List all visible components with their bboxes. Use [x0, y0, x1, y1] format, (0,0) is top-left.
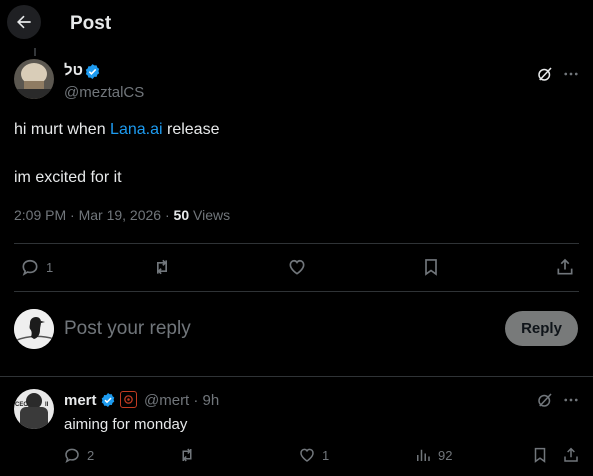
views-icon: [417, 449, 430, 461]
thread-line: [34, 48, 36, 56]
affiliate-badge[interactable]: [120, 391, 137, 408]
reply-more-options-button[interactable]: [560, 389, 582, 411]
repost-icon: [182, 448, 192, 462]
grok-icon: [538, 67, 552, 81]
reply-count: 1: [46, 259, 54, 275]
post-text-line2: im excited for it: [14, 169, 122, 186]
views-count: 50: [173, 207, 190, 223]
more-icon: [564, 398, 578, 402]
reply-repost-action[interactable]: [178, 446, 202, 464]
divider-middle: [14, 291, 579, 292]
like-action[interactable]: [287, 257, 313, 277]
reply-grok-button[interactable]: [534, 389, 556, 411]
more-options-button[interactable]: [560, 63, 582, 85]
reply-action[interactable]: 1: [20, 257, 53, 277]
views-label: Views: [189, 207, 231, 223]
bookmark-action[interactable]: [421, 257, 447, 277]
post-text-prefix: hi murt when: [14, 121, 111, 138]
author-name[interactable]: טל: [64, 62, 83, 79]
reply-reply-count: 2: [87, 447, 95, 463]
reply-like-count: 1: [322, 447, 330, 463]
reply-bookmark-action[interactable]: [531, 446, 549, 464]
verified-badge-icon: [85, 64, 100, 79]
page-title: Post: [70, 13, 112, 34]
current-user-avatar[interactable]: [14, 309, 54, 349]
post-text: hi murt when Lana.ai release: [14, 121, 219, 139]
affiliate-logo-icon: [124, 395, 133, 404]
reply-share-action[interactable]: [562, 446, 580, 464]
reply-button[interactable]: Reply: [505, 311, 578, 346]
share-icon: [564, 447, 578, 462]
post-timestamp[interactable]: 2:09 PM · Mar 19, 2026 ·: [14, 207, 174, 223]
author-handle[interactable]: @meztalCS: [64, 84, 144, 101]
repost-icon: [157, 259, 167, 275]
verified-badge-icon: [101, 393, 115, 407]
more-icon: [564, 72, 578, 76]
arrow-left-icon: [17, 15, 31, 29]
like-icon: [289, 259, 305, 275]
reply-icon: [65, 448, 79, 464]
grok-button[interactable]: [534, 63, 556, 85]
bird-avatar-icon: [14, 309, 54, 349]
bookmark-icon: [534, 447, 546, 463]
post-text-suffix: release: [162, 121, 220, 138]
reply-icon: [22, 259, 38, 276]
post-meta: 2:09 PM · Mar 19, 2026 · 50 Views: [14, 207, 230, 223]
divider-bottom: [0, 376, 593, 377]
back-button[interactable]: [7, 5, 41, 39]
repost-action[interactable]: [152, 257, 178, 277]
reply-views-count: 92: [438, 447, 453, 463]
share-icon: [557, 258, 573, 275]
reply-text: aiming for monday: [64, 416, 188, 433]
header: Post: [0, 0, 593, 50]
reply-reply-action[interactable]: 2: [63, 446, 94, 464]
reply-author-avatar[interactable]: CEO II: [14, 389, 54, 429]
bookmark-icon: [425, 259, 437, 276]
grok-icon: [538, 393, 552, 407]
like-icon: [300, 448, 314, 462]
share-action[interactable]: [555, 257, 575, 277]
divider-top: [14, 243, 579, 244]
reply-input[interactable]: Post your reply: [64, 318, 191, 340]
reply-like-action[interactable]: 1: [298, 446, 329, 464]
reply-author-name[interactable]: mert: [64, 392, 97, 409]
reply-handle-time[interactable]: @mert · 9h: [144, 392, 219, 409]
reply-views-action[interactable]: 92: [414, 446, 452, 464]
author-avatar[interactable]: [14, 59, 54, 99]
post-link[interactable]: Lana.ai: [110, 121, 163, 138]
